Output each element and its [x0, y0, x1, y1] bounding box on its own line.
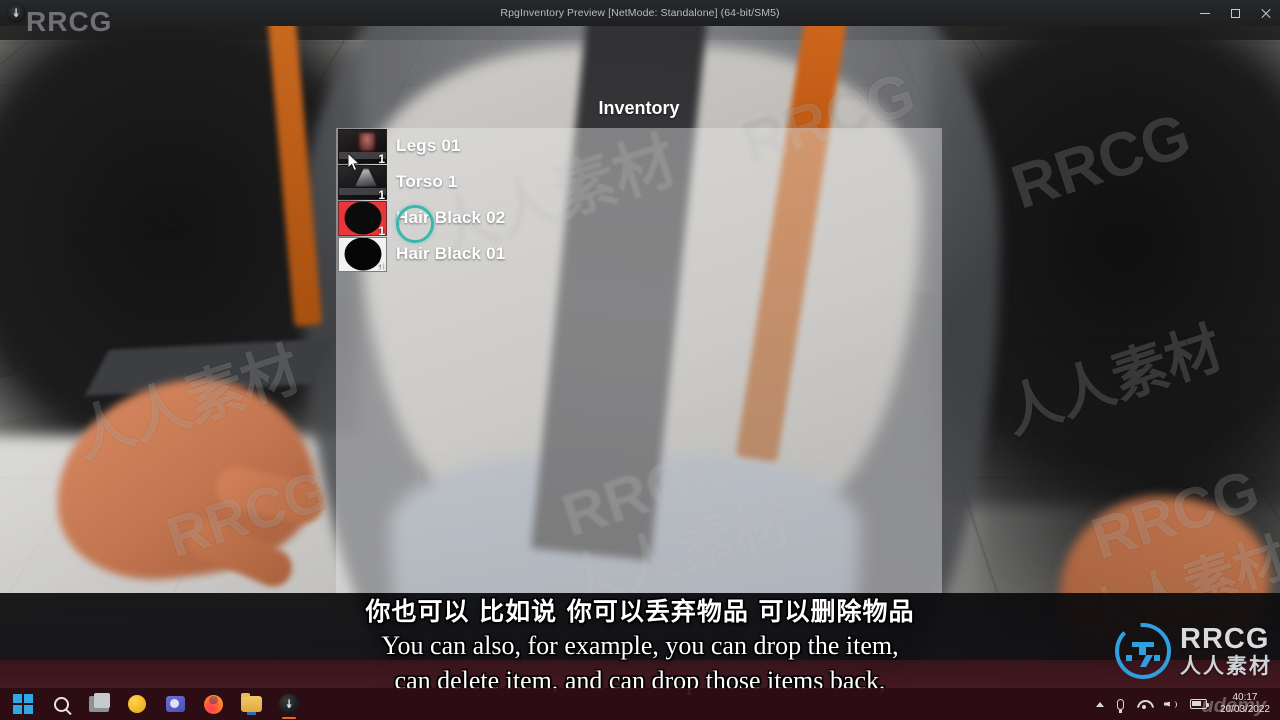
maximize-button[interactable]: [1220, 0, 1250, 26]
window-title: RpgInventory Preview [NetMode: Standalon…: [500, 7, 780, 19]
inventory-item-thumbnail[interactable]: 1: [338, 164, 387, 200]
window-titlebar[interactable]: RpgInventory Preview [NetMode: Standalon…: [0, 0, 1280, 26]
subtitle-backdrop-lower: [0, 660, 1280, 688]
rrcg-logo-en: RRCG: [1180, 623, 1270, 655]
window-controls: [1190, 0, 1280, 26]
battery-icon[interactable]: [1189, 699, 1210, 709]
chevron-up-icon[interactable]: [1095, 701, 1104, 707]
close-icon: [1260, 8, 1271, 19]
close-button[interactable]: [1250, 0, 1280, 26]
inventory-item-thumbnail[interactable]: 1: [338, 128, 387, 164]
taskbar-app-explorer[interactable]: [240, 693, 262, 715]
start-button[interactable]: [12, 693, 34, 715]
circle-orange-icon: [128, 695, 146, 713]
rrcg-logo-cn: 人人素材: [1180, 654, 1272, 678]
taskbar-app-unreal[interactable]: ↡: [278, 693, 300, 719]
system-tray[interactable]: 40:17 20/03/2022: [1095, 692, 1270, 716]
taskbar-app-teams[interactable]: [164, 693, 186, 715]
inventory-item-row[interactable]: 1 Hair Black 01: [338, 236, 758, 272]
taskbar-search-button[interactable]: [50, 693, 72, 715]
inventory-item-thumbnail[interactable]: 1: [338, 236, 387, 272]
windows-taskbar[interactable]: ↡ 40:17 20/03/2022: [0, 688, 1280, 720]
taskbar-app-firefox[interactable]: [202, 693, 224, 715]
task-view-icon: [89, 693, 110, 712]
inventory-item-row[interactable]: 1 Torso 1: [338, 164, 758, 200]
inventory-item-quantity: 1: [378, 151, 385, 164]
inventory-item-row[interactable]: 1 Legs 01: [338, 128, 758, 164]
app-screen: RRCG人人素材RRCGRRCG人人素材RRCG人人素材RRCG人人素材RRCG…: [0, 0, 1280, 720]
inventory-title: Inventory: [598, 98, 680, 118]
maximize-icon: [1230, 8, 1240, 18]
inventory-item-list[interactable]: 1 Legs 01 1 Torso 1 1 Hair Black 02 1 Hair Blac…: [338, 128, 758, 272]
microphone-icon[interactable]: [1116, 698, 1124, 713]
taskbar-clock[interactable]: 40:17 20/03/2022: [1220, 692, 1270, 716]
task-view-button[interactable]: [88, 693, 110, 715]
search-icon: [53, 696, 69, 712]
unreal-engine-icon: ↡: [6, 3, 26, 23]
inventory-item-name: Hair Black 01: [396, 244, 506, 263]
inventory-item-quantity: 1: [378, 259, 385, 272]
wifi-icon[interactable]: [1137, 699, 1151, 709]
rrcg-logo-text: RRCG 人人素材: [1180, 625, 1272, 677]
clock-time: 40:17: [1232, 692, 1258, 703]
minimize-button[interactable]: [1190, 0, 1220, 26]
taskbar-app-orange[interactable]: [126, 693, 148, 715]
minimize-icon: [1200, 12, 1210, 14]
rrcg-emblem-icon: [1114, 622, 1172, 680]
inventory-item-quantity: 1: [378, 187, 385, 200]
start-icon: [13, 694, 33, 714]
inventory-item-quantity: 1: [378, 223, 385, 236]
unreal-engine-icon: ↡: [279, 694, 299, 719]
click-indicator-ring: [396, 205, 434, 243]
firefox-icon: [203, 694, 223, 714]
inventory-item-name: Torso 1: [396, 172, 458, 191]
clock-date: 20/03/2022: [1219, 704, 1270, 715]
rrcg-watermark-logo: RRCG 人人素材: [1114, 620, 1272, 682]
inventory-item-name: Legs 01: [396, 136, 461, 155]
teams-icon: [165, 696, 185, 712]
file-explorer-icon: [240, 693, 262, 715]
unreal-engine-glyph: ↡: [10, 6, 22, 20]
inventory-item-thumbnail[interactable]: 1: [338, 200, 387, 236]
taskbar-pinned-apps[interactable]: ↡: [12, 693, 300, 719]
speaker-icon[interactable]: [1164, 699, 1177, 710]
